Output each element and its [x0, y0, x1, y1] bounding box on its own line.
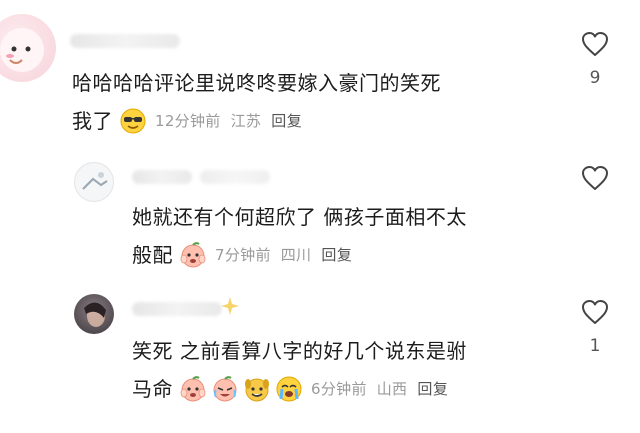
username-blurred-extra [200, 170, 270, 184]
comment-location: 四川 [280, 246, 312, 264]
comment-text: 哈哈哈哈评论里说咚咚要嫁入豪门的笑死 我了 12分钟前 江苏 回复 [72, 64, 441, 140]
reply-button[interactable]: 回复 [321, 236, 352, 274]
sunglasses-smile-icon [119, 107, 147, 135]
peach-hands-on-cheeks-icon [179, 375, 207, 403]
avatar-photo-icon [84, 302, 106, 327]
comment-item: 笑死 之前看算八字的好几个说东是驸 马命 6分钟前 山西 回复 1 [0, 288, 640, 433]
avatar-cartoon-icon [0, 28, 44, 72]
avatar[interactable] [74, 162, 114, 202]
username-blurred[interactable] [132, 170, 192, 184]
cry-face-icon [275, 375, 303, 403]
comment-text-line2: 般配 [132, 243, 173, 267]
reply-button[interactable]: 回复 [417, 370, 448, 408]
comment-text: 她就还有个何超欣了 俩孩子面相不太 般配 7分钟前 四川 回复 [132, 198, 467, 274]
like-count: 1 [589, 336, 601, 356]
like-heart-icon[interactable] [575, 164, 615, 192]
comment-time: 6分钟前 [311, 380, 367, 398]
like-area [575, 164, 615, 222]
comment-text-line1: 笑死 之前看算八字的好几个说东是驸 [132, 339, 467, 363]
like-heart-icon[interactable] [575, 298, 615, 326]
reply-button[interactable]: 回复 [271, 102, 302, 140]
comment-text: 笑死 之前看算八字的好几个说东是驸 马命 6分钟前 山西 回复 [132, 332, 467, 408]
comment-text-line2: 我了 [72, 109, 113, 133]
like-count [575, 202, 615, 222]
like-area: 1 [575, 298, 615, 356]
comment-text-line1: 哈哈哈哈评论里说咚咚要嫁入豪门的笑死 [72, 71, 441, 95]
peach-cry-laugh-icon [211, 375, 239, 403]
comment-item: 哈哈哈哈评论里说咚咚要嫁入豪门的笑死 我了 12分钟前 江苏 回复 9 [0, 0, 640, 150]
comment-item: 她就还有个何超欣了 俩孩子面相不太 般配 7分钟前 四川 回复 [0, 150, 640, 290]
username-blurred[interactable] [70, 34, 180, 48]
like-area: 9 [575, 30, 615, 88]
comment-location: 江苏 [230, 112, 262, 130]
like-count: 9 [589, 68, 601, 88]
comment-time: 7分钟前 [215, 246, 271, 264]
username-blurred[interactable] [132, 302, 222, 316]
like-heart-icon[interactable] [575, 30, 615, 58]
sparkle-icon [220, 296, 240, 320]
avatar[interactable] [74, 294, 114, 334]
comment-text-line2: 马命 [132, 377, 173, 401]
comment-text-line1: 她就还有个何超欣了 俩孩子面相不太 [132, 205, 467, 229]
peach-hands-on-cheeks-icon [179, 241, 207, 269]
avatar-image-icon [82, 172, 108, 190]
dog-grin-icon [243, 375, 271, 403]
comment-time: 12分钟前 [155, 112, 221, 130]
comment-location: 山西 [376, 380, 408, 398]
avatar[interactable] [0, 14, 56, 82]
